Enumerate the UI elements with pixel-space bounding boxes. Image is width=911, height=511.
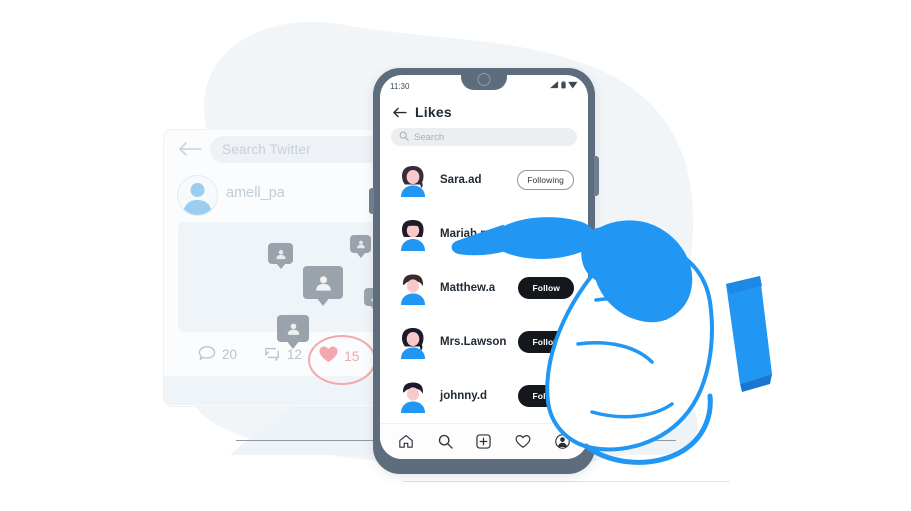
marker-bubble-5: [277, 315, 309, 342]
illustration-canvas: Search Twitter amell_pa 20 12 15 11:30 L…: [0, 0, 911, 511]
follow-button[interactable]: Follow: [518, 331, 574, 353]
retweet-stat[interactable]: 12: [263, 345, 302, 364]
search-icon: [399, 128, 409, 146]
back-arrow-icon[interactable]: [392, 107, 407, 118]
avatar: [396, 325, 430, 359]
marker-bubble-3: [303, 266, 343, 299]
like-count: 15: [344, 348, 360, 364]
heart-icon[interactable]: [515, 434, 531, 449]
marker-bubble-2: [350, 235, 371, 253]
background-search-placeholder: Search Twitter: [222, 142, 311, 157]
app-header: Likes: [380, 99, 588, 125]
page-title: Likes: [415, 104, 452, 120]
list-item-username: Mariah.p: [440, 228, 488, 240]
list-item-username: Matthew.a: [440, 282, 496, 294]
background-username: amell_pa: [226, 185, 285, 201]
avatar: [396, 217, 430, 251]
signal-icon: [550, 81, 559, 91]
comment-icon: [198, 345, 216, 364]
avatar: [396, 163, 430, 197]
phone-power-button[interactable]: [594, 156, 599, 196]
list-item-username: johnny.d: [440, 390, 488, 402]
phone-camera: [477, 73, 491, 86]
battery-icon: [561, 81, 566, 91]
likes-user-list: Sara.ad Following Mariah.p Following Mat…: [380, 153, 588, 423]
profile-icon[interactable]: [555, 434, 570, 449]
engagement-row: 20 12: [198, 345, 302, 364]
follow-button[interactable]: Following: [517, 170, 574, 190]
search-placeholder: Search: [414, 131, 445, 143]
status-icons: [550, 81, 578, 91]
follow-button[interactable]: Follow: [518, 277, 574, 299]
list-item[interactable]: Mariah.p Following: [380, 207, 588, 261]
heart-icon: [318, 345, 339, 367]
like-stat[interactable]: 15: [318, 345, 360, 367]
follow-button[interactable]: Following: [517, 224, 574, 244]
list-item[interactable]: johnny.d Follow: [380, 369, 588, 423]
back-arrow-icon[interactable]: [175, 138, 205, 160]
status-time: 11:30: [390, 81, 410, 91]
phone-device: 11:30 Likes Search Sara.ad Following Mar…: [369, 68, 599, 474]
retweet-count: 12: [287, 347, 303, 362]
follow-button[interactable]: Follow: [518, 385, 574, 407]
ground-line-secondary: [403, 481, 730, 482]
list-item[interactable]: Matthew.a Follow: [380, 261, 588, 315]
phone-screen: 11:30 Likes Search Sara.ad Following Mar…: [380, 75, 588, 459]
home-icon[interactable]: [398, 434, 414, 449]
comment-stat[interactable]: 20: [198, 345, 237, 364]
list-item-username: Sara.ad: [440, 174, 482, 186]
avatar: [396, 271, 430, 305]
marker-bubble-1: [268, 243, 293, 264]
avatar: [396, 379, 430, 413]
search-icon[interactable]: [438, 434, 453, 449]
list-item-username: Mrs.Lawson: [440, 336, 507, 348]
list-item[interactable]: Mrs.Lawson Follow: [380, 315, 588, 369]
user-avatar-icon: [177, 175, 218, 216]
add-icon[interactable]: [476, 434, 492, 449]
comment-count: 20: [222, 347, 238, 362]
list-item[interactable]: Sara.ad Following: [380, 153, 588, 207]
search-input[interactable]: Search: [391, 128, 577, 146]
wifi-icon: [568, 81, 578, 91]
bottom-navigation: [380, 423, 588, 459]
phone-volume-button[interactable]: [369, 188, 374, 214]
retweet-icon: [263, 345, 281, 364]
